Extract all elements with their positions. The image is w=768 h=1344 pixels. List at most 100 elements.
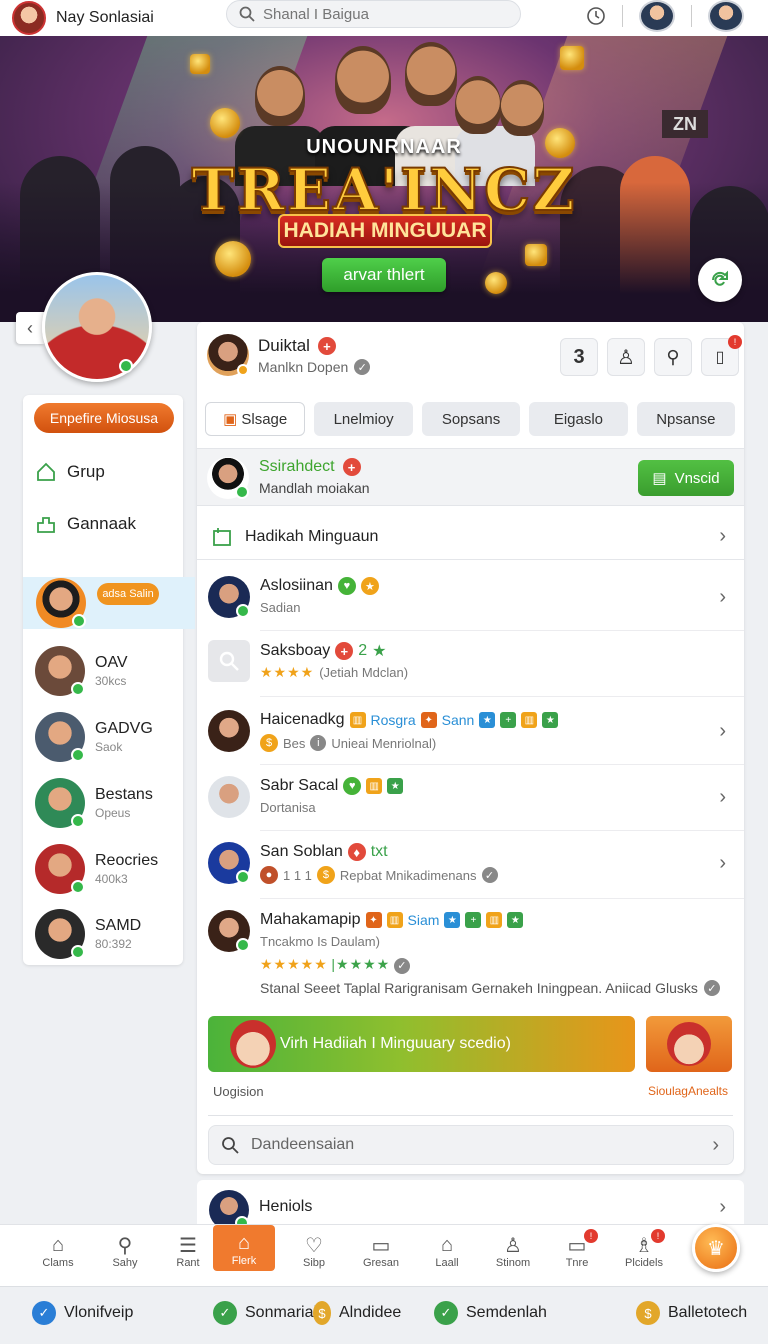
friend-avatar xyxy=(35,646,85,696)
back-button[interactable]: ‹ xyxy=(16,312,44,344)
footer-item[interactable]: ✓ Sonmarial xyxy=(213,1301,317,1325)
gift-icon: ▥ xyxy=(386,912,403,928)
online-indicator xyxy=(71,682,85,696)
tab-lnelmioy[interactable]: Lnelmioy xyxy=(314,402,413,436)
nav-label: Plcidels xyxy=(625,1257,663,1269)
suggestion-action-button[interactable]: ▤ Vnscid xyxy=(638,460,734,496)
online-indicator xyxy=(236,870,250,884)
count-button[interactable]: 3 xyxy=(560,338,598,376)
online-indicator xyxy=(71,945,85,959)
tab-sopsans[interactable]: Sopsans xyxy=(421,402,521,436)
mascot-avatar xyxy=(667,1022,711,1066)
friend-status: 400k3 xyxy=(95,872,128,886)
person-icon: ♙ xyxy=(504,1234,522,1257)
search-people-button[interactable]: ⚲ xyxy=(654,338,692,376)
heart-icon: ♥ xyxy=(343,777,362,795)
divider xyxy=(622,5,623,27)
next-card[interactable]: Heniols › xyxy=(197,1180,744,1230)
friend-avatar[interactable] xyxy=(36,578,86,628)
chevron-right-icon: › xyxy=(719,786,726,808)
footer-item[interactable]: ✓ Semdenlah xyxy=(434,1301,547,1325)
book-icon: ▥ xyxy=(366,778,383,794)
list-item[interactable]: Haicenadkg ▥ Rosgra ✦ Sann ★ + ▥ ★ $ Bes i Unieai M… xyxy=(197,710,744,766)
friend-item[interactable]: GADVG Saok xyxy=(35,711,181,763)
friend-item[interactable]: SAMD 80:392 xyxy=(35,908,181,960)
tab-npsanse[interactable]: Npsanse xyxy=(636,402,736,436)
tab-eigaslo[interactable]: Eigaslo xyxy=(529,402,628,436)
promo-label-right[interactable]: SioulagAnealts xyxy=(648,1084,728,1098)
list-item[interactable]: San Soblan ♦ txt ● 1 1 1 $ Repbat Mnikadimena… xyxy=(197,842,744,898)
friend-avatar[interactable] xyxy=(708,0,744,32)
profile-avatar[interactable] xyxy=(42,272,152,382)
nav-item-clams[interactable]: ⌂ Clams xyxy=(27,1233,89,1270)
item-avatar xyxy=(208,576,250,618)
nav-label: Laall xyxy=(435,1257,459,1269)
search-bar[interactable] xyxy=(226,0,521,28)
floating-action-button[interactable]: ♛ xyxy=(692,1224,740,1272)
nav-item-sibp[interactable]: ♡ Sibp xyxy=(283,1233,345,1270)
refresh-button[interactable] xyxy=(698,258,742,302)
friend-item[interactable]: Reocries 400k3 xyxy=(35,843,181,895)
top-bar: Nay Sonlasiai xyxy=(0,0,768,36)
list-item[interactable]: Saksboay +2 ★ ★★★★ (Jetiah Mdclan) xyxy=(197,640,744,696)
person-button[interactable]: ♙ xyxy=(607,338,645,376)
tab-slsage[interactable]: ▣ Slsage xyxy=(205,402,306,436)
list-icon: ☰ xyxy=(179,1234,197,1257)
nav-item-plcidels[interactable]: ♗! Plcidels xyxy=(613,1229,675,1269)
nav-item-rant[interactable]: ☰ Rant xyxy=(157,1233,219,1270)
friend-item[interactable]: Bestans Opeus xyxy=(35,777,181,829)
nav-item-stinom[interactable]: ♙ Stinom xyxy=(482,1233,544,1270)
nav-item-flerk[interactable]: ⌂ Flerk xyxy=(213,1225,275,1271)
main-panel: Duiktal + Manlkn Dopen ✓ 3 ♙ ⚲ ▯! ▣ Slsag… xyxy=(197,322,744,1174)
nav-label: Tnre xyxy=(565,1257,589,1269)
header-avatar[interactable] xyxy=(207,334,249,376)
friend-avatar[interactable] xyxy=(639,0,675,32)
nav-item-tnre[interactable]: ▭! Tnre xyxy=(546,1229,608,1269)
nav-label: Rant xyxy=(176,1257,200,1269)
clock-icon[interactable] xyxy=(586,6,606,26)
list-item[interactable]: Aslosiinan ♥ ★ Sadian › xyxy=(197,576,744,632)
footer-item[interactable]: ✓ Vlonifveip xyxy=(32,1301,133,1325)
banner-sign: ZN xyxy=(662,110,708,138)
medal-icon: ★ xyxy=(360,577,379,595)
sidebar-pill-button[interactable]: Enpefire Miosusa xyxy=(34,403,174,433)
nav-item-gresan[interactable]: ▭ Gresan xyxy=(350,1233,412,1270)
suggestion-row[interactable]: Ssirahdect + Mandlah moiakan ▤ Vnscid xyxy=(197,448,744,506)
check-icon: ✓ xyxy=(354,359,371,375)
hero-head xyxy=(335,46,391,114)
sidebar-item-gannaak[interactable]: Gannaak xyxy=(35,513,136,535)
user-avatar[interactable] xyxy=(12,1,46,35)
banner-cta-button[interactable]: arvar thlert xyxy=(322,258,446,292)
book-icon: ▥ xyxy=(349,712,366,728)
footer-label: Vlonifveip xyxy=(64,1304,134,1321)
nav-item-laall[interactable]: ⌂ Laall xyxy=(416,1233,478,1270)
list-item[interactable]: Sabr Sacal ♥ ▥ ★ Dortanisa › xyxy=(197,776,744,832)
online-indicator xyxy=(236,938,250,952)
footer-item[interactable]: $ Alndidee xyxy=(313,1301,401,1325)
promo-strip[interactable]: Virh Hadiiah I Minguuary scedio) xyxy=(208,1016,635,1072)
coin-icon: $ xyxy=(313,1301,331,1325)
tab-label: Sopsans xyxy=(441,410,501,428)
coin-icon: $ xyxy=(316,866,335,884)
online-indicator xyxy=(71,814,85,828)
item-footnote: Stanal Seeet Taplal Rarigranisam Gernake… xyxy=(260,980,698,996)
friend-avatar xyxy=(35,909,85,959)
secondary-search[interactable]: Dandeensaian › xyxy=(208,1125,734,1165)
search-input[interactable] xyxy=(263,5,493,23)
nav-item-sahy[interactable]: ⚲ Sahy xyxy=(94,1233,156,1270)
search-placeholder: Dandeensaian xyxy=(251,1136,355,1153)
notifications-button[interactable]: ▯! xyxy=(701,335,742,376)
notification-badge: ! xyxy=(584,1229,598,1243)
list-item[interactable]: Mahakamapip ✦ ▥ Siam ★ + ▥ ★ Tncakmo Is Daulam)… xyxy=(197,910,744,1006)
friend-name: Bestans xyxy=(95,786,153,803)
tab-bar: ▣ Slsage Lnelmioy Sopsans Eigaslo Npsanse xyxy=(205,402,736,436)
sidebar-item-label: Grup xyxy=(67,462,105,481)
footer-item[interactable]: $ Balletotech xyxy=(636,1301,747,1325)
section-header[interactable]: Hadikah Minguaun › xyxy=(197,514,744,560)
promo-thumb[interactable] xyxy=(646,1016,732,1072)
search-icon xyxy=(239,6,255,22)
friend-item[interactable]: OAV 30kcs xyxy=(35,645,181,697)
chevron-right-icon: › xyxy=(719,720,726,742)
sidebar-item-grup[interactable]: Grup xyxy=(35,461,105,483)
chevron-right-icon: › xyxy=(712,1133,719,1156)
